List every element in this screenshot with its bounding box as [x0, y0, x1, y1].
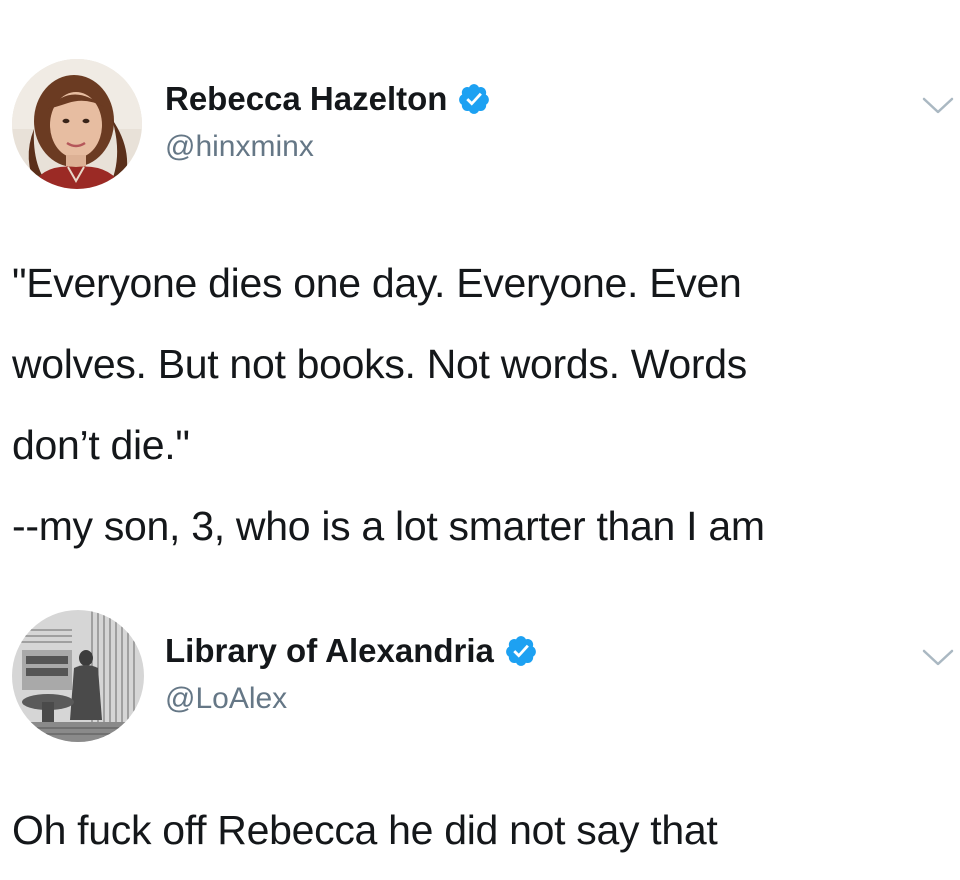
portrait-photo-icon: [12, 59, 142, 189]
tweet-text-line: wolves. But not books. Not words. Words: [12, 341, 747, 387]
tweet-text-line: don’t die.": [12, 422, 190, 468]
tweet-text-line: --my son, 3, who is a lot smarter than I…: [12, 503, 765, 549]
engraving-scholar-photo-icon: [12, 610, 144, 742]
tweet-text: Oh fuck off Rebecca he did not say that: [12, 790, 956, 871]
tweet-rebecca: Rebecca Hazelton @hinxminx "Everyone die…: [0, 0, 960, 590]
tweet-text-line: Oh fuck off Rebecca he did not say that: [12, 807, 718, 853]
chevron-down-icon[interactable]: [922, 648, 954, 668]
tweet-text: "Everyone dies one day. Everyone. Even w…: [12, 243, 956, 567]
tweet-library: Library of Alexandria @LoAlex Oh fuck of…: [0, 600, 960, 880]
verified-badge-icon: [457, 82, 491, 116]
verified-badge-icon: [504, 634, 538, 668]
display-name[interactable]: Rebecca Hazelton: [165, 80, 491, 118]
handle[interactable]: @LoAlex: [165, 682, 287, 716]
tweet-text-line: "Everyone dies one day. Everyone. Even: [12, 260, 742, 306]
display-name[interactable]: Library of Alexandria: [165, 632, 538, 670]
handle[interactable]: @hinxminx: [165, 130, 314, 164]
display-name-text: Rebecca Hazelton: [165, 80, 448, 117]
avatar[interactable]: [12, 610, 144, 742]
display-name-text: Library of Alexandria: [165, 632, 494, 669]
avatar[interactable]: [12, 59, 142, 189]
chevron-down-icon[interactable]: [922, 96, 954, 116]
